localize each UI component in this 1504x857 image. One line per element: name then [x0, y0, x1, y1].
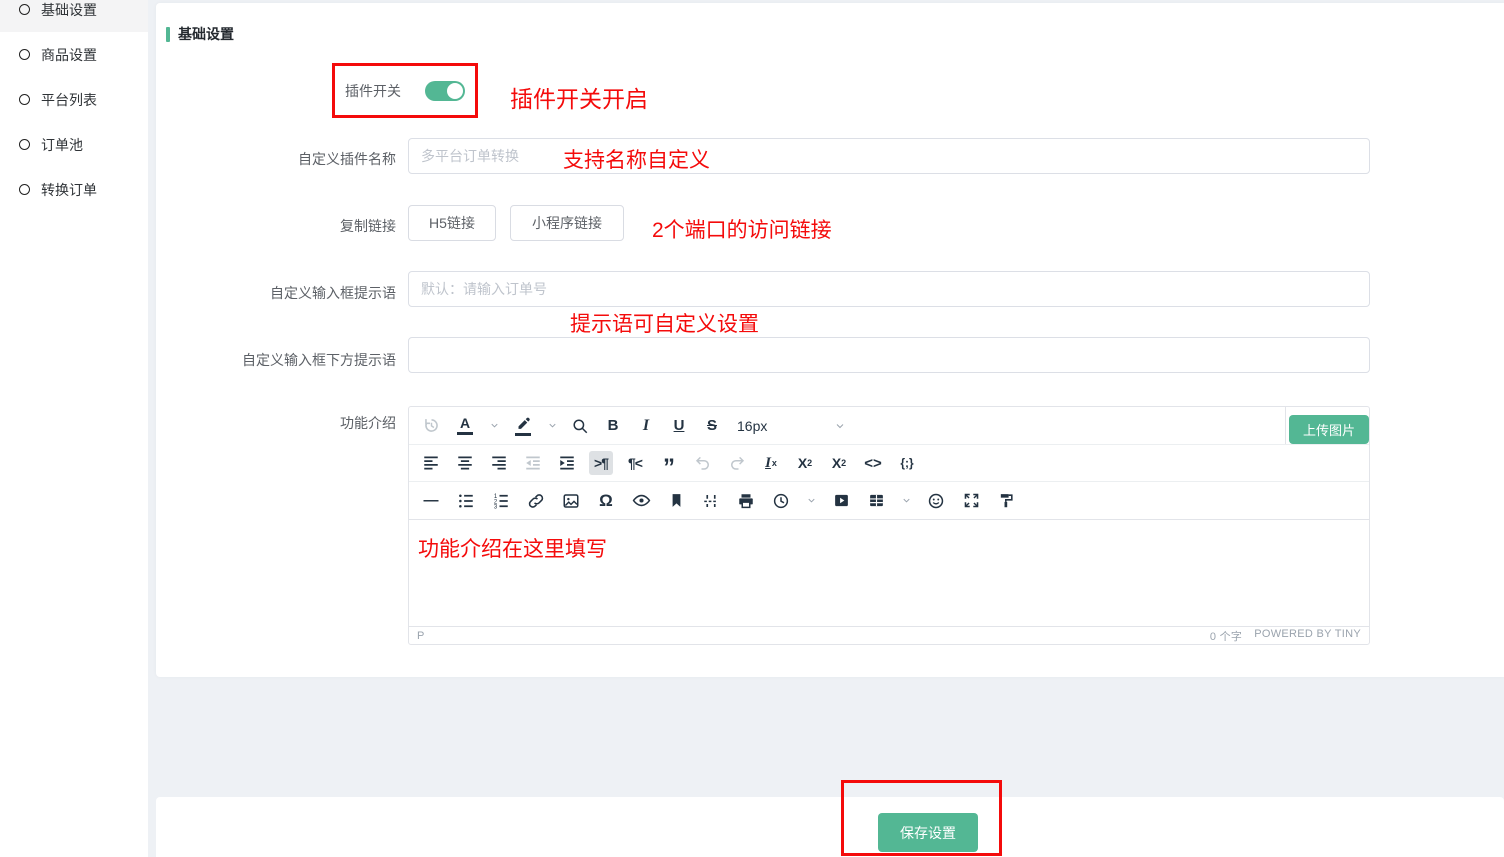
input-hint-label: 自定义输入框提示语 [156, 283, 396, 303]
plugin-toggle-row: 插件开关 [335, 66, 475, 115]
editor-toolbar-row3: — Ω [409, 482, 1369, 520]
annotation-two-ports: 2个端口的访问链接 [652, 214, 832, 244]
copy-link-label: 复制链接 [156, 216, 396, 236]
undo-icon[interactable] [691, 451, 715, 475]
editor-toolbar-row1: A B I U S 16px 上传图片 [409, 407, 1369, 445]
circle-icon [19, 184, 30, 195]
circle-icon [19, 49, 30, 60]
upload-image-button[interactable]: 上传图片 [1289, 415, 1369, 444]
bold-icon[interactable]: B [601, 414, 625, 438]
plugin-name-input[interactable] [408, 138, 1370, 174]
editor-content-area[interactable]: 功能介绍在这里填写 [409, 520, 1369, 626]
strikethrough-icon[interactable]: S [700, 414, 724, 438]
title-accent-bar [166, 27, 170, 42]
plugin-toggle-switch[interactable] [425, 81, 465, 101]
special-character-icon[interactable]: Ω [594, 489, 618, 513]
word-count[interactable]: 0 个字 [1210, 628, 1242, 644]
image-icon[interactable] [559, 489, 583, 513]
plugin-name-label: 自定义插件名称 [156, 149, 396, 169]
sidebar-item-basic-settings[interactable]: 基础设置 [0, 0, 148, 32]
outdent-icon[interactable] [521, 451, 545, 475]
toggle-knob-icon [447, 83, 463, 99]
annotation-toggle-on: 插件开关开启 [510, 80, 648, 114]
settings-card: 基础设置 插件开关 插件开关开启 自定义插件名称 支持名称自定义 复制链接 H5… [156, 3, 1504, 677]
preview-eye-icon[interactable] [629, 489, 653, 513]
table-icon[interactable] [864, 489, 888, 513]
miniprogram-link-button[interactable]: 小程序链接 [510, 205, 624, 241]
circle-icon [19, 139, 30, 150]
text-color-icon[interactable]: A [452, 414, 478, 438]
section-title: 基础设置 [166, 24, 234, 44]
link-icon[interactable] [524, 489, 548, 513]
page-title: 基础设置 [178, 24, 234, 44]
input-below-hint-label: 自定义输入框下方提示语 [156, 350, 396, 370]
clear-format-icon[interactable]: Ix [759, 451, 783, 475]
underline-icon[interactable]: U [667, 414, 691, 438]
sidebar-item-label: 订单池 [41, 135, 83, 155]
circle-icon [19, 94, 30, 105]
rich-text-editor: A B I U S 16px 上传图片 >¶ ¶< ” [408, 406, 1370, 645]
sidebar-item-label: 基础设置 [41, 0, 97, 20]
annotation-hint-custom: 提示语可自定义设置 [570, 308, 759, 338]
sidebar-item-order-pool[interactable]: 订单池 [0, 122, 148, 167]
input-hint-input[interactable] [408, 271, 1370, 307]
font-size-value: 16px [737, 418, 767, 434]
font-size-select[interactable]: 16px [733, 414, 851, 438]
direction-rtl-icon[interactable]: ¶< [623, 451, 647, 475]
save-settings-button[interactable]: 保存设置 [878, 813, 978, 852]
align-left-icon[interactable] [419, 451, 443, 475]
media-icon[interactable] [829, 489, 853, 513]
fullscreen-icon[interactable] [959, 489, 983, 513]
input-below-hint-input[interactable] [408, 337, 1370, 373]
sidebar-item-product-settings[interactable]: 商品设置 [0, 32, 148, 77]
sidebar-menu: 基础设置 商品设置 平台列表 订单池 转换订单 [0, 0, 148, 212]
highlight-color-icon[interactable] [510, 414, 536, 438]
editor-status-bar: P 0 个字 POWERED BY TINY [409, 626, 1369, 644]
emoji-icon[interactable] [924, 489, 948, 513]
sidebar-item-label: 商品设置 [41, 45, 97, 65]
align-right-icon[interactable] [487, 451, 511, 475]
plugin-toggle-label: 插件开关 [345, 81, 401, 101]
feature-intro-label: 功能介绍 [156, 413, 396, 433]
chevron-down-icon[interactable] [487, 414, 501, 438]
code-icon[interactable]: <> [861, 451, 885, 475]
code-sample-icon[interactable]: {;} [895, 451, 919, 475]
element-path[interactable]: P [417, 630, 424, 642]
page-break-icon[interactable] [699, 489, 723, 513]
subscript-icon[interactable]: X2 [793, 451, 817, 475]
history-icon[interactable] [419, 414, 443, 438]
chevron-down-icon[interactable] [899, 489, 913, 513]
sidebar: 基础设置 商品设置 平台列表 订单池 转换订单 [0, 0, 148, 857]
chevron-down-icon[interactable] [804, 489, 818, 513]
toolbar-divider [1285, 407, 1286, 444]
indent-icon[interactable] [555, 451, 579, 475]
chevron-down-icon[interactable] [545, 414, 559, 438]
h5-link-button[interactable]: H5链接 [408, 205, 496, 241]
direction-ltr-icon[interactable]: >¶ [589, 451, 613, 475]
sidebar-item-convert-order[interactable]: 转换订单 [0, 167, 148, 212]
chevron-down-icon [833, 414, 847, 438]
insert-datetime-icon[interactable] [769, 489, 793, 513]
horizontal-rule-icon[interactable]: — [419, 489, 443, 513]
numbered-list-icon[interactable] [489, 489, 513, 513]
align-center-icon[interactable] [453, 451, 477, 475]
powered-by-tiny[interactable]: POWERED BY TINY [1254, 628, 1361, 644]
footer-action-bar [156, 797, 1504, 857]
bullet-list-icon[interactable] [454, 489, 478, 513]
annotation-intro-here: 功能介绍在这里填写 [418, 533, 607, 563]
anchor-bookmark-icon[interactable] [664, 489, 688, 513]
blockquote-icon[interactable]: ” [657, 451, 681, 475]
sidebar-item-label: 转换订单 [41, 180, 97, 200]
circle-icon [19, 4, 30, 15]
print-icon[interactable] [734, 489, 758, 513]
redo-icon[interactable] [725, 451, 749, 475]
status-right: 0 个字 POWERED BY TINY [1210, 628, 1361, 644]
superscript-icon[interactable]: X2 [827, 451, 851, 475]
sidebar-item-platform-list[interactable]: 平台列表 [0, 77, 148, 122]
search-icon[interactable] [568, 414, 592, 438]
sidebar-item-label: 平台列表 [41, 90, 97, 110]
italic-icon[interactable]: I [634, 414, 658, 438]
editor-toolbar-row2: >¶ ¶< ” Ix X2 X2 <> {;} [409, 445, 1369, 482]
format-paint-icon[interactable] [994, 489, 1018, 513]
